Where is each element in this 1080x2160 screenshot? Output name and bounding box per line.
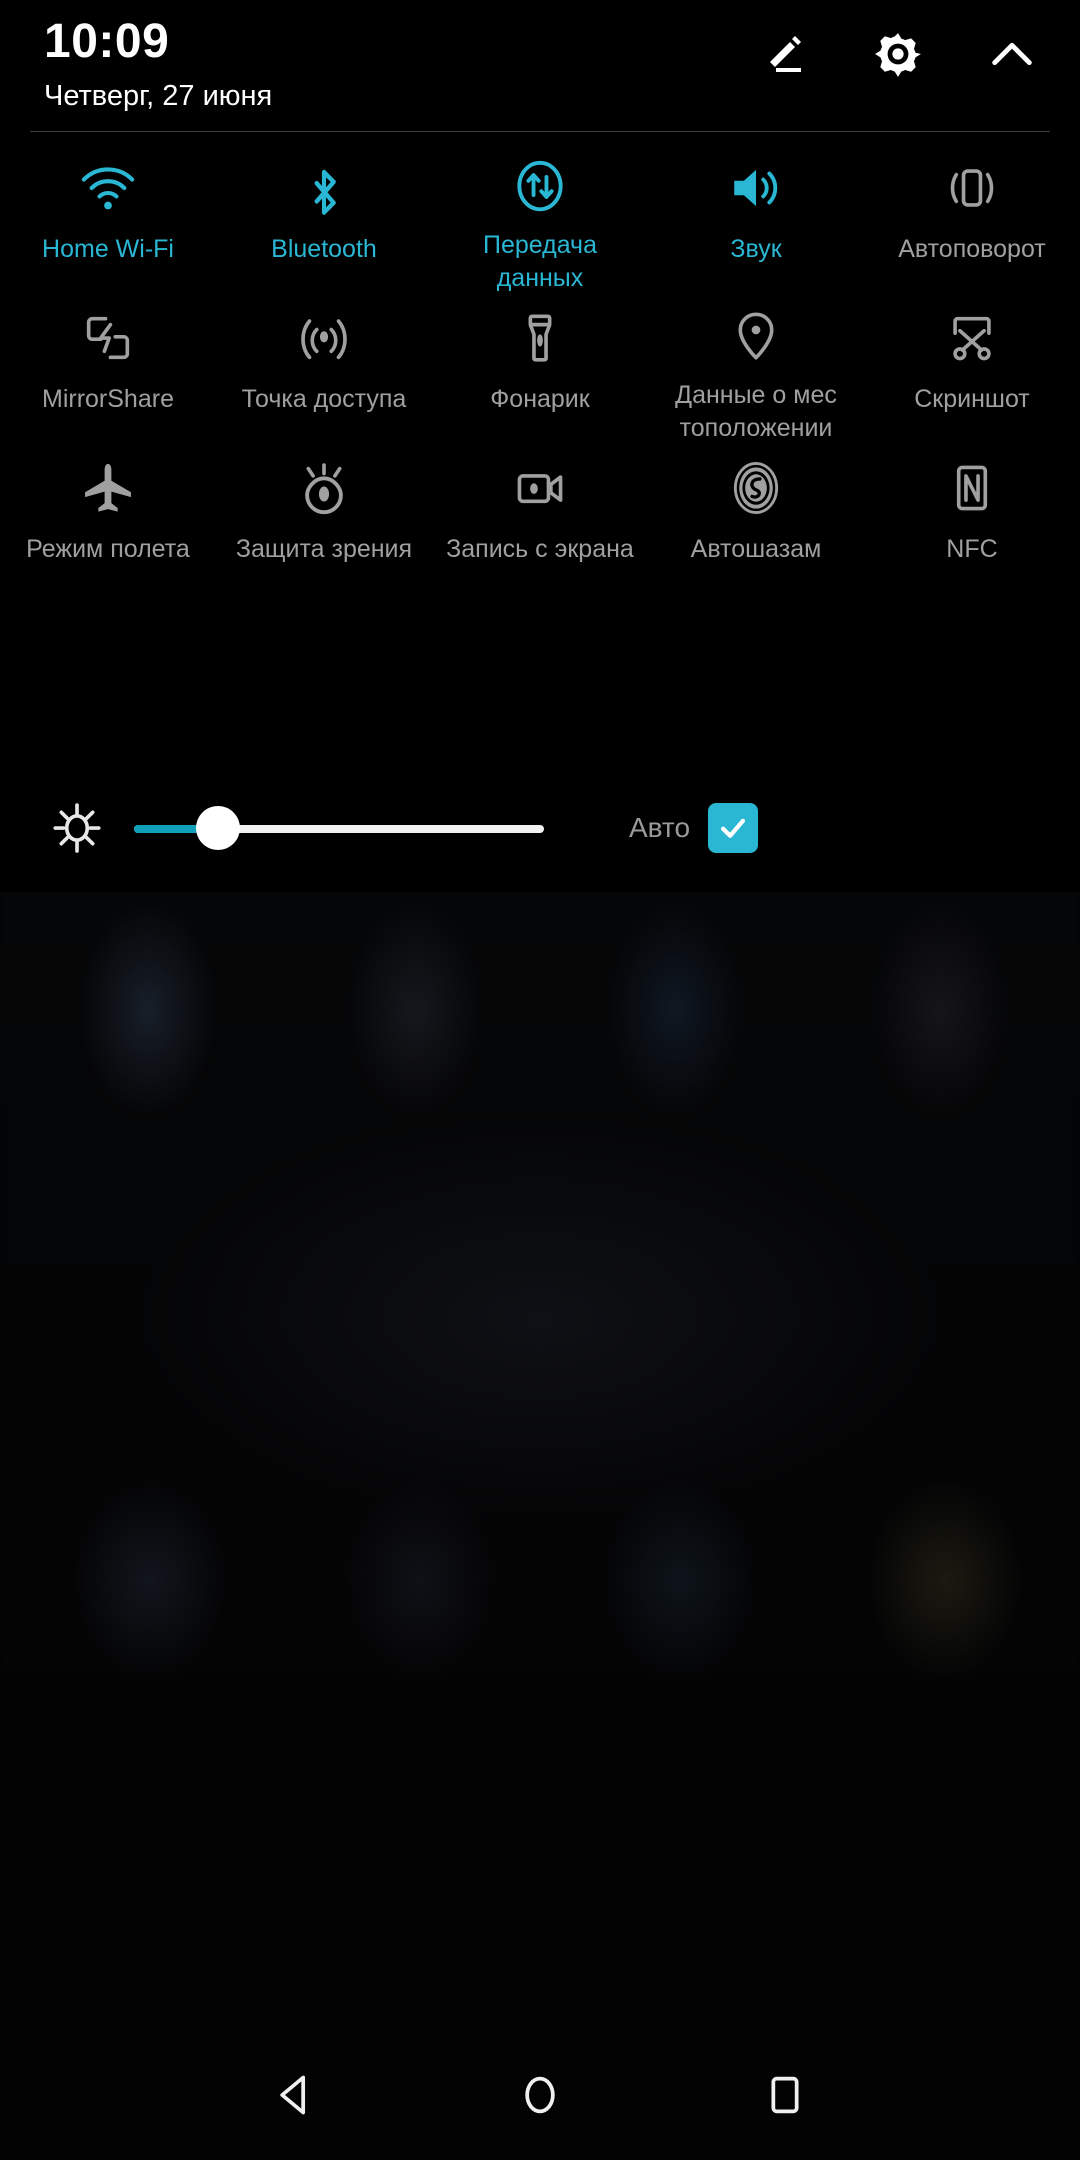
tile-row: Режим полета Защита зрения Запись с экра…	[0, 445, 1080, 595]
location-pin-icon	[723, 305, 789, 367]
clock: 10:09	[44, 15, 170, 68]
tile-label: Точка доступа	[241, 385, 407, 413]
status-header: 10:09 Четверг, 27 июня	[0, 0, 1080, 132]
brightness-icon	[42, 793, 112, 863]
tile-label: Защита зрения	[235, 535, 413, 563]
tile-wifi[interactable]: Home Wi-Fi	[0, 145, 216, 295]
wifi-icon	[75, 155, 141, 221]
check-icon	[720, 818, 746, 838]
bluetooth-icon	[291, 155, 357, 221]
tile-auto-shazam[interactable]: Автошазам	[648, 445, 864, 595]
tile-mobile-data[interactable]: Передача данных	[432, 145, 648, 295]
tile-eye-comfort[interactable]: Защита зрения	[216, 445, 432, 595]
auto-brightness-label: Авто	[629, 812, 691, 843]
tile-label: Скриншот	[914, 385, 1030, 413]
tile-label: MirrorShare	[42, 385, 174, 413]
tile-row: MirrorShare Точка доступа Фонарик Данные…	[0, 295, 1080, 445]
tile-hotspot[interactable]: Точка доступа	[216, 295, 432, 445]
back-icon[interactable]	[260, 2060, 330, 2130]
tile-label: Автоповорот	[898, 235, 1046, 263]
tile-bluetooth[interactable]: Bluetooth	[216, 145, 432, 295]
tile-label: NFC	[946, 535, 998, 563]
tile-screenshot[interactable]: Скриншот	[864, 295, 1080, 445]
screen-record-icon	[507, 455, 573, 521]
tile-location[interactable]: Данные о мес тоположении	[648, 295, 864, 445]
tile-flashlight[interactable]: Фонарик	[432, 295, 648, 445]
tile-label: Режим полета	[26, 535, 190, 563]
tile-row: Home Wi-Fi Bluetooth Передача данных Зву…	[0, 145, 1080, 295]
slider-thumb[interactable]	[196, 806, 240, 850]
tile-sound[interactable]: Звук	[648, 145, 864, 295]
brightness-slider[interactable]	[134, 806, 544, 850]
chevron-up-icon[interactable]	[984, 26, 1040, 82]
flashlight-icon	[507, 305, 573, 371]
screenshot-icon	[939, 305, 1005, 371]
navigation-bar	[0, 2030, 1080, 2160]
airplane-icon	[75, 455, 141, 521]
home-icon[interactable]	[505, 2060, 575, 2130]
auto-brightness-checkbox[interactable]	[708, 803, 759, 853]
brightness-row: Авто	[0, 778, 1080, 878]
tile-screen-record[interactable]: Запись с экрана	[432, 445, 648, 595]
hotspot-icon	[291, 305, 357, 371]
quick-settings-tiles: Home Wi-Fi Bluetooth Передача данных Зву…	[0, 145, 1080, 595]
tile-mirrorshare[interactable]: MirrorShare	[0, 295, 216, 445]
mirrorshare-icon	[75, 305, 141, 371]
tile-label: Звук	[730, 235, 782, 263]
eye-comfort-icon	[291, 455, 357, 521]
quick-settings-panel: 10:09 Четверг, 27 июня Home Wi-Fi Blueto…	[0, 0, 1080, 892]
recents-icon[interactable]	[750, 2060, 820, 2130]
header-divider	[30, 131, 1050, 132]
tile-label: Передача данных	[482, 231, 597, 292]
mobile-data-icon	[507, 155, 573, 217]
header-actions	[756, 26, 1040, 82]
auto-rotate-icon	[939, 155, 1005, 221]
tile-auto-rotate[interactable]: Автоповорот	[864, 145, 1080, 295]
tile-airplane-mode[interactable]: Режим полета	[0, 445, 216, 595]
tile-label: Данные о мес тоположении	[675, 381, 837, 442]
shazam-icon	[723, 455, 789, 521]
tile-label: Автошазам	[690, 535, 822, 563]
settings-gear-icon[interactable]	[870, 26, 926, 82]
nfc-icon	[939, 455, 1005, 521]
tile-label: Запись с экрана	[446, 535, 634, 563]
sound-icon	[723, 155, 789, 221]
tile-label: Home Wi-Fi	[42, 235, 174, 263]
tile-label: Bluetooth	[271, 235, 377, 263]
tile-label: Фонарик	[490, 385, 590, 413]
date-text: Четверг, 27 июня	[44, 80, 273, 112]
tile-nfc[interactable]: NFC	[864, 445, 1080, 595]
edit-icon[interactable]	[756, 26, 812, 82]
